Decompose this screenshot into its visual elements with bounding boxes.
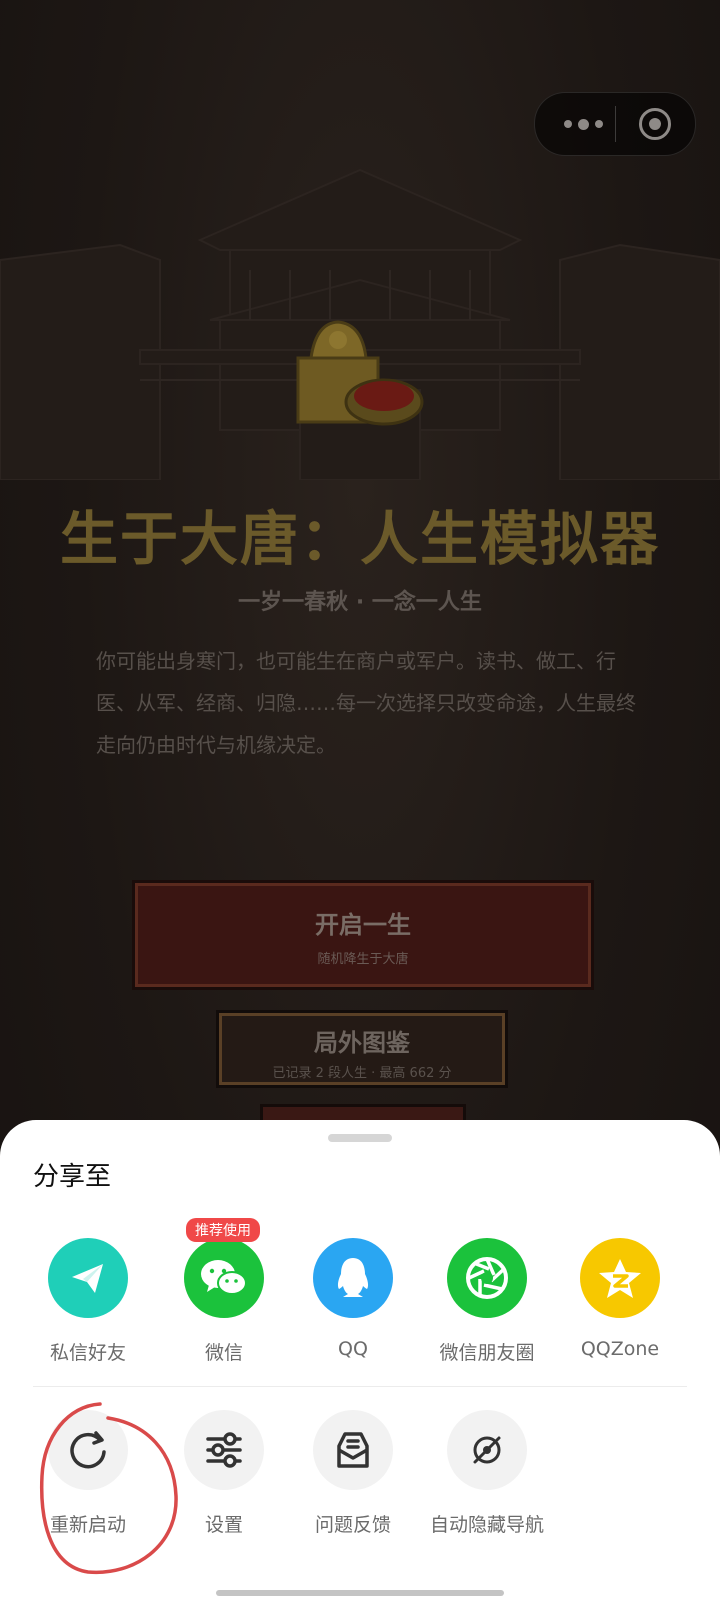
- close-target-icon[interactable]: [639, 108, 671, 140]
- share-qq-label: QQ: [338, 1338, 368, 1360]
- share-qqzone-label: QQZone: [580, 1338, 660, 1360]
- more-icon[interactable]: [553, 107, 613, 141]
- share-qq[interactable]: QQ: [285, 1238, 421, 1360]
- settings-label: 设置: [204, 1514, 243, 1536]
- restart-button[interactable]: 重新启动: [20, 1410, 156, 1537]
- share-sheet: 分享至 私信好友 推荐使用 微信 QQ 微信朋友圈 QQZone 重新启动 设置…: [0, 1120, 720, 1600]
- feedback-button[interactable]: 问题反馈: [285, 1410, 421, 1537]
- paper-plane-icon: [48, 1238, 128, 1318]
- auto-hide-nav-label: 自动隐藏导航: [429, 1514, 544, 1536]
- restart-icon: [48, 1410, 128, 1490]
- feedback-label: 问题反馈: [314, 1514, 391, 1536]
- codex-sublabel: 已记录 2 段人生 · 最高 662 分: [272, 1066, 452, 1081]
- sheet-divider: [33, 1386, 687, 1387]
- restart-label: 重新启动: [49, 1514, 126, 1536]
- settings-button[interactable]: 设置: [156, 1410, 292, 1537]
- game-intro: 你可能出身寒门，也可能生在商户或军户。读书、做工、行医、从军、经商、归隐……每一…: [96, 649, 636, 757]
- qzone-star-icon: [580, 1238, 660, 1318]
- start-life-button[interactable]: 开启一生 随机降生于大唐: [132, 880, 594, 990]
- share-qqzone[interactable]: QQZone: [552, 1238, 688, 1360]
- share-private-message-label: 私信好友: [49, 1342, 126, 1364]
- feedback-icon: [313, 1410, 393, 1490]
- codex-label: 局外图鉴: [314, 1029, 410, 1057]
- game-title: 生于大唐：人生模拟器: [59, 505, 660, 573]
- start-life-label: 开启一生: [315, 911, 411, 939]
- share-sheet-title: 分享至: [33, 1162, 112, 1192]
- imperial-seal-icon: [296, 320, 424, 426]
- game-subtitle: 一岁一春秋 · 一念一人生: [238, 590, 482, 615]
- recommended-badge: 推荐使用: [186, 1218, 260, 1242]
- codex-button[interactable]: 局外图鉴 已记录 2 段人生 · 最高 662 分: [216, 1010, 508, 1088]
- auto-hide-nav-button[interactable]: 自动隐藏导航: [419, 1410, 555, 1537]
- qq-penguin-icon: [313, 1238, 393, 1318]
- hide-nav-icon: [447, 1410, 527, 1490]
- sliders-icon: [184, 1410, 264, 1490]
- wechat-icon: [184, 1238, 264, 1318]
- share-wechat-moments-label: 微信朋友圈: [439, 1342, 535, 1364]
- sheet-drag-handle[interactable]: [328, 1134, 392, 1142]
- mini-program-capsule: [534, 92, 696, 156]
- capsule-divider: [615, 106, 616, 142]
- share-wechat[interactable]: 推荐使用 微信: [156, 1218, 292, 1365]
- share-wechat-moments[interactable]: 微信朋友圈: [419, 1238, 555, 1365]
- home-indicator[interactable]: [216, 1590, 504, 1596]
- start-life-sublabel: 随机降生于大唐: [317, 952, 409, 967]
- share-wechat-label: 微信: [204, 1342, 243, 1364]
- share-private-message[interactable]: 私信好友: [20, 1238, 156, 1365]
- moments-shutter-icon: [447, 1238, 527, 1318]
